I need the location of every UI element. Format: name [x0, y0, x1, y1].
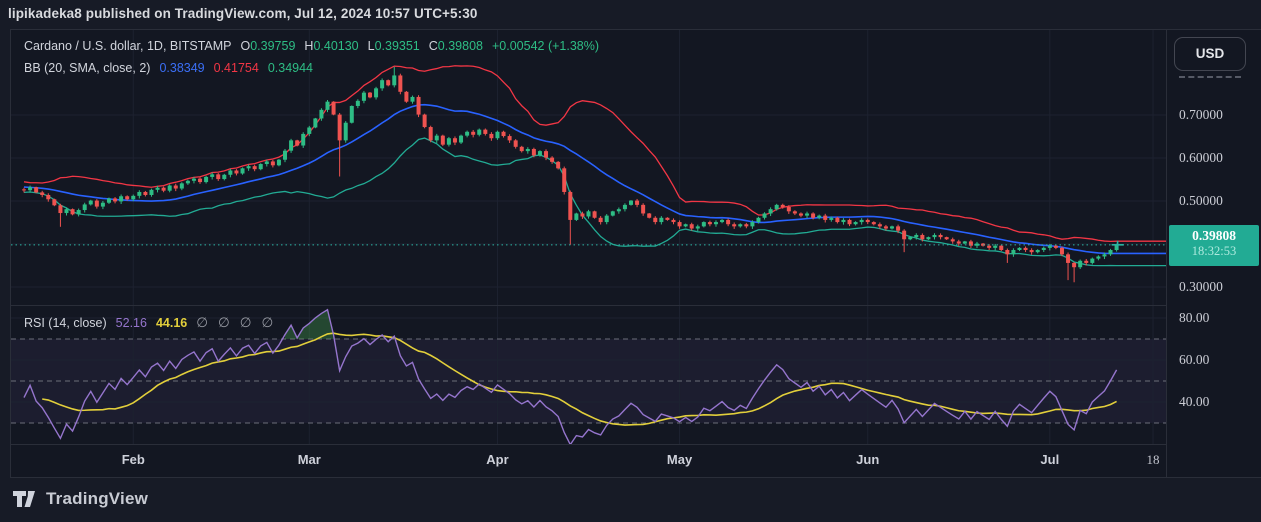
time-tick-label: Jul [1040, 452, 1060, 467]
rsi-empty-slot-icon: ∅ [196, 315, 209, 330]
footer: TradingView [13, 489, 148, 509]
rsi-tick-label: 80.00 [1179, 310, 1210, 325]
close-value: C 0.39808 [428, 39, 483, 53]
bar-countdown: 18:32:53 [1191, 244, 1237, 258]
rsi-empty-slot-icon: ∅ [218, 315, 231, 330]
price-tick-label: 0.70000 [1179, 107, 1223, 122]
time-tick-label: Mar [297, 452, 321, 467]
price-axis[interactable]: USD 0.39808 18:32:53 0.70000 0.60000 0.500… [1166, 30, 1261, 477]
rsi-legend: RSI (14, close) 52.16 44.16 ∅ ∅ ∅ ∅ [24, 315, 274, 331]
currency-button[interactable]: USD [1174, 37, 1246, 71]
price-change: +0.00542 (+1.38%) [491, 39, 600, 53]
last-price-badge: 0.39808 18:32:53 [1169, 225, 1259, 266]
high-value: H 0.40130 [304, 39, 359, 53]
price-tick-label: 0.30000 [1179, 279, 1223, 294]
bb-legend: BB (20, SMA, close, 2) 0.38349 0.41754 0… [24, 61, 313, 75]
time-axis[interactable]: Feb Mar Apr May Jun Jul 18 [11, 444, 1166, 477]
rsi-tick-label: 60.00 [1179, 352, 1210, 367]
rsi-tick-label: 40.00 [1179, 394, 1210, 409]
open-value: O 0.39759 [240, 39, 296, 53]
low-value: L 0.39351 [367, 39, 420, 53]
time-tick-label: Jun [856, 452, 880, 467]
rsi-pane[interactable]: RSI (14, close) 52.16 44.16 ∅ ∅ ∅ ∅ [11, 306, 1166, 444]
plot-column: Cardano / U.S. dollar, 1D, BITSTAMP O 0.3… [11, 30, 1166, 477]
last-price-value: 0.39808 [1192, 228, 1236, 243]
price-pane[interactable]: Cardano / U.S. dollar, 1D, BITSTAMP O 0.3… [11, 30, 1166, 306]
rsi-ma-value: 44.16 [155, 316, 188, 330]
axis-dashed-separator [1179, 76, 1241, 78]
time-tick-label: Feb [121, 452, 145, 467]
symbol-title: Cardano / U.S. dollar, 1D, BITSTAMP [24, 39, 232, 53]
price-tick-label: 0.50000 [1179, 193, 1223, 208]
bb-title: BB (20, SMA, close, 2) [24, 61, 151, 75]
bb-basis-value: 0.38349 [159, 61, 205, 75]
time-tick-label: May [666, 452, 693, 467]
rsi-title: RSI (14, close) [24, 316, 107, 330]
bb-lower-value: 0.34944 [267, 61, 313, 75]
bb-upper-value: 0.41754 [213, 61, 259, 75]
time-tick-label: Apr [486, 452, 509, 467]
tradingview-logo-icon [13, 491, 35, 507]
price-tick-label: 0.60000 [1179, 150, 1223, 165]
tradingview-wordmark: TradingView [46, 489, 149, 508]
chart-widget: Cardano / U.S. dollar, 1D, BITSTAMP O 0.3… [10, 29, 1261, 478]
publish-header: lipikadeka8 published on TradingView.com… [8, 6, 478, 21]
rsi-value: 52.16 [115, 316, 147, 330]
rsi-empty-slot-icon: ∅ [239, 315, 253, 330]
symbol-legend: Cardano / U.S. dollar, 1D, BITSTAMP O 0.3… [24, 39, 599, 53]
rsi-empty-slot-icon: ∅ [261, 315, 275, 330]
tradingview-snapshot: lipikadeka8 published on TradingView.com… [0, 0, 1261, 522]
